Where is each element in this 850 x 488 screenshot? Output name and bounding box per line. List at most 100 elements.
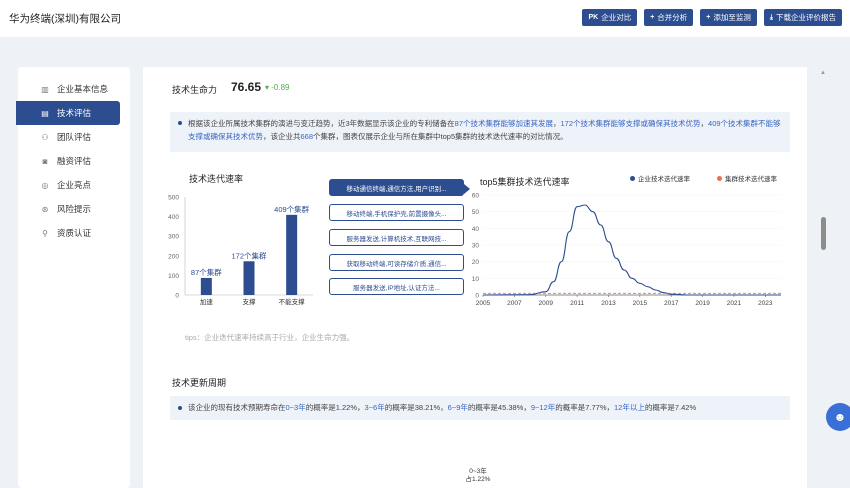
add-monitor-button[interactable]: + 添加至监测 [700,9,757,26]
data-label: 409个集群 [274,204,310,214]
cluster-pill[interactable]: 获取移动终端,可读存储介质,通信... [329,254,464,271]
sidebar: ▥ 企业基本信息 ▤ 技术评估 ⚇ 团队评估 ◙ 融资评估 ◎ 企业亮点 ⊛ 风险提示 ⚲ 资质认证 [16,67,130,488]
info-text-segment: ，该企业共 [263,132,301,141]
legend-label: 集群技术迭代速率 [725,176,777,183]
info-text-segment: 该企业的现有技术预期寿命在 [188,403,286,412]
monitor-label: 添加至监测 [713,13,751,22]
series-line [482,204,781,296]
sidebar-item-5[interactable]: ⊛ 风险提示 [18,197,130,221]
x-tick-label: 2005 [476,300,491,307]
x-tick-label: 2021 [727,300,742,307]
highlight-text: 9~12年 [530,403,556,412]
update-info-text: 该企业的现有技术预期寿命在0~3年的概率是1.22%，3~6年的概率是38.21… [188,403,696,412]
category-label: 加速 [200,297,214,306]
x-tick-label: 2011 [570,300,584,307]
bar-chart-title: 技术迭代速率 [189,174,244,184]
y-tick-label: 0 [175,293,179,300]
x-tick-label: 2009 [539,300,554,307]
sidebar-item-label: 企业基本信息 [57,84,109,94]
vitality-info-box: 根据该企业所属技术集群的演进与变迁趋势，近3年数据显示该企业的专利储备在87个技… [170,112,790,152]
bar [243,261,255,295]
pk-icon: PK [588,14,599,21]
compare-button[interactable]: PK 企业对比 [582,9,638,26]
header-actions: PK 企业对比 + 合并分析 + 添加至监测 ⤓ 下载企业评价报告 [582,9,842,26]
highlight-text: 6~9年 [447,403,468,412]
merge-label: 合并分析 [657,13,688,22]
highlight-text: 87个技术集群能够加速其发展 [454,119,554,128]
info-text-segment: 的概率是7.77%， [555,403,615,412]
legend-company: 企业技术迭代速率 [630,173,690,183]
sidebar-item-0[interactable]: ▥ 企业基本信息 [18,77,130,101]
y-tick-label: 0 [475,293,479,300]
sidebar-item-label: 资质认证 [57,228,92,238]
scroll-thumb[interactable] [821,217,826,250]
info-text-segment: 的概率是7.42% [644,403,697,412]
sidebar-item-3[interactable]: ◙ 融资评估 [18,149,130,173]
legend-dot [717,175,722,181]
highlight-text: 12年以上 [614,403,645,412]
info-text-segment: 根据该企业所属技术集群的演进与变迁趋势，近3年数据显示该企业的专利储备在 [188,119,455,128]
bar [200,277,212,295]
y-tick-label: 400 [168,214,179,221]
info-text-segment: 的概率是45.38%， [467,403,531,412]
data-label: 87个集群 [191,267,222,277]
info-text-segment: 个集群，图表仅展示企业与所在集群中top5集群的技术迭代速率的对比情况。 [313,132,568,141]
vitality-info-text: 根据该企业所属技术集群的演进与变迁趋势，近3年数据显示该企业的专利储备在87个技… [188,119,781,141]
tips-text: tips：企业迭代速率持续高于行业，企业生命力强。 [185,333,355,342]
bullet-dot [178,121,182,125]
company-name: 华为终端(深圳)有限公司 [9,13,121,25]
building-icon: ▥ [41,84,49,94]
legend-dot [630,175,635,181]
x-tick-label: 2017 [664,300,679,307]
info-text-segment: ， [553,119,561,128]
y-tick-label: 10 [472,276,480,283]
bar-chart: 0 100 200 300 400 500 87个集群加速 172个集群支撑 409个集群不能支… [168,195,313,306]
data-label: 172个集群 [231,250,267,260]
sidebar-item-label: 融资评估 [57,156,92,166]
highlight-text: 668 [300,132,314,141]
cluster-pill[interactable]: 移动通信终端,通信方法,用户识别... [329,179,464,196]
category-label: 支撑 [243,297,257,306]
y-tick-label: 40 [472,226,480,233]
info-text-segment: ， [700,119,709,128]
y-tick-label: 100 [168,273,179,280]
compare-label: 企业对比 [601,13,632,22]
section-title-update-cycle: 技术更新周期 [172,378,227,388]
cluster-pill[interactable]: 服务器发送,IP地址,认证方法... [329,278,464,295]
sidebar-item-4[interactable]: ◎ 企业亮点 [18,173,130,197]
assistant-robot-icon[interactable]: ☻ [826,403,850,431]
plus-icon: + [650,14,655,21]
legend-cluster: 集群技术迭代速率 [717,173,777,183]
x-tick-label: 2023 [758,300,773,307]
scrollbar[interactable]: ▲ [820,70,828,488]
highlight-text: 172个技术集群能够支撑或确保其技术优势 [560,119,701,128]
cert-icon: ⚲ [42,228,48,238]
info-text-segment: 的概率是38.21%， [384,403,448,412]
sidebar-item-label: 企业亮点 [57,180,92,190]
tech-icon: ▤ [41,108,49,118]
y-tick-label: 20 [472,259,480,266]
category-label: 不能支撑 [279,297,306,306]
sidebar-item-2[interactable]: ⚇ 团队评估 [18,125,130,149]
sidebar-item-label: 团队评估 [57,132,92,142]
plus-icon: + [706,14,711,21]
download-report-button[interactable]: ⤓ 下载企业评价报告 [763,9,842,26]
cluster-pill[interactable]: 移动终端,手机保护壳,前置摄像头... [329,204,464,221]
legend-label: 企业技术迭代速率 [638,176,690,183]
x-tick-label: 2015 [633,300,648,307]
sidebar-item-6[interactable]: ⚲ 资质认证 [18,221,130,245]
x-tick-label: 2019 [695,300,710,307]
merge-analysis-button[interactable]: + 合并分析 [644,9,694,26]
cluster-pill[interactable]: 服务器发送,计算机技术,互联网技... [329,229,464,246]
download-icon: ⤓ [769,13,773,21]
line-chart: 0 10 20 30 40 50 60 2005 2007 2009 2011 2013 2015 201… [472,193,781,307]
pie-label-share: 占1.22% [465,476,491,483]
y-tick-label: 200 [168,253,179,260]
y-tick-label: 60 [472,193,480,200]
sidebar-item-1[interactable]: ▤ 技术评估 [16,101,120,125]
x-tick-label: 2007 [507,300,522,307]
scroll-up-icon[interactable]: ▲ [820,70,826,76]
download-label: 下载企业评价报告 [776,13,836,22]
vitality-delta: ▾ -0.89 [265,83,290,92]
team-icon: ⚇ [41,132,49,142]
